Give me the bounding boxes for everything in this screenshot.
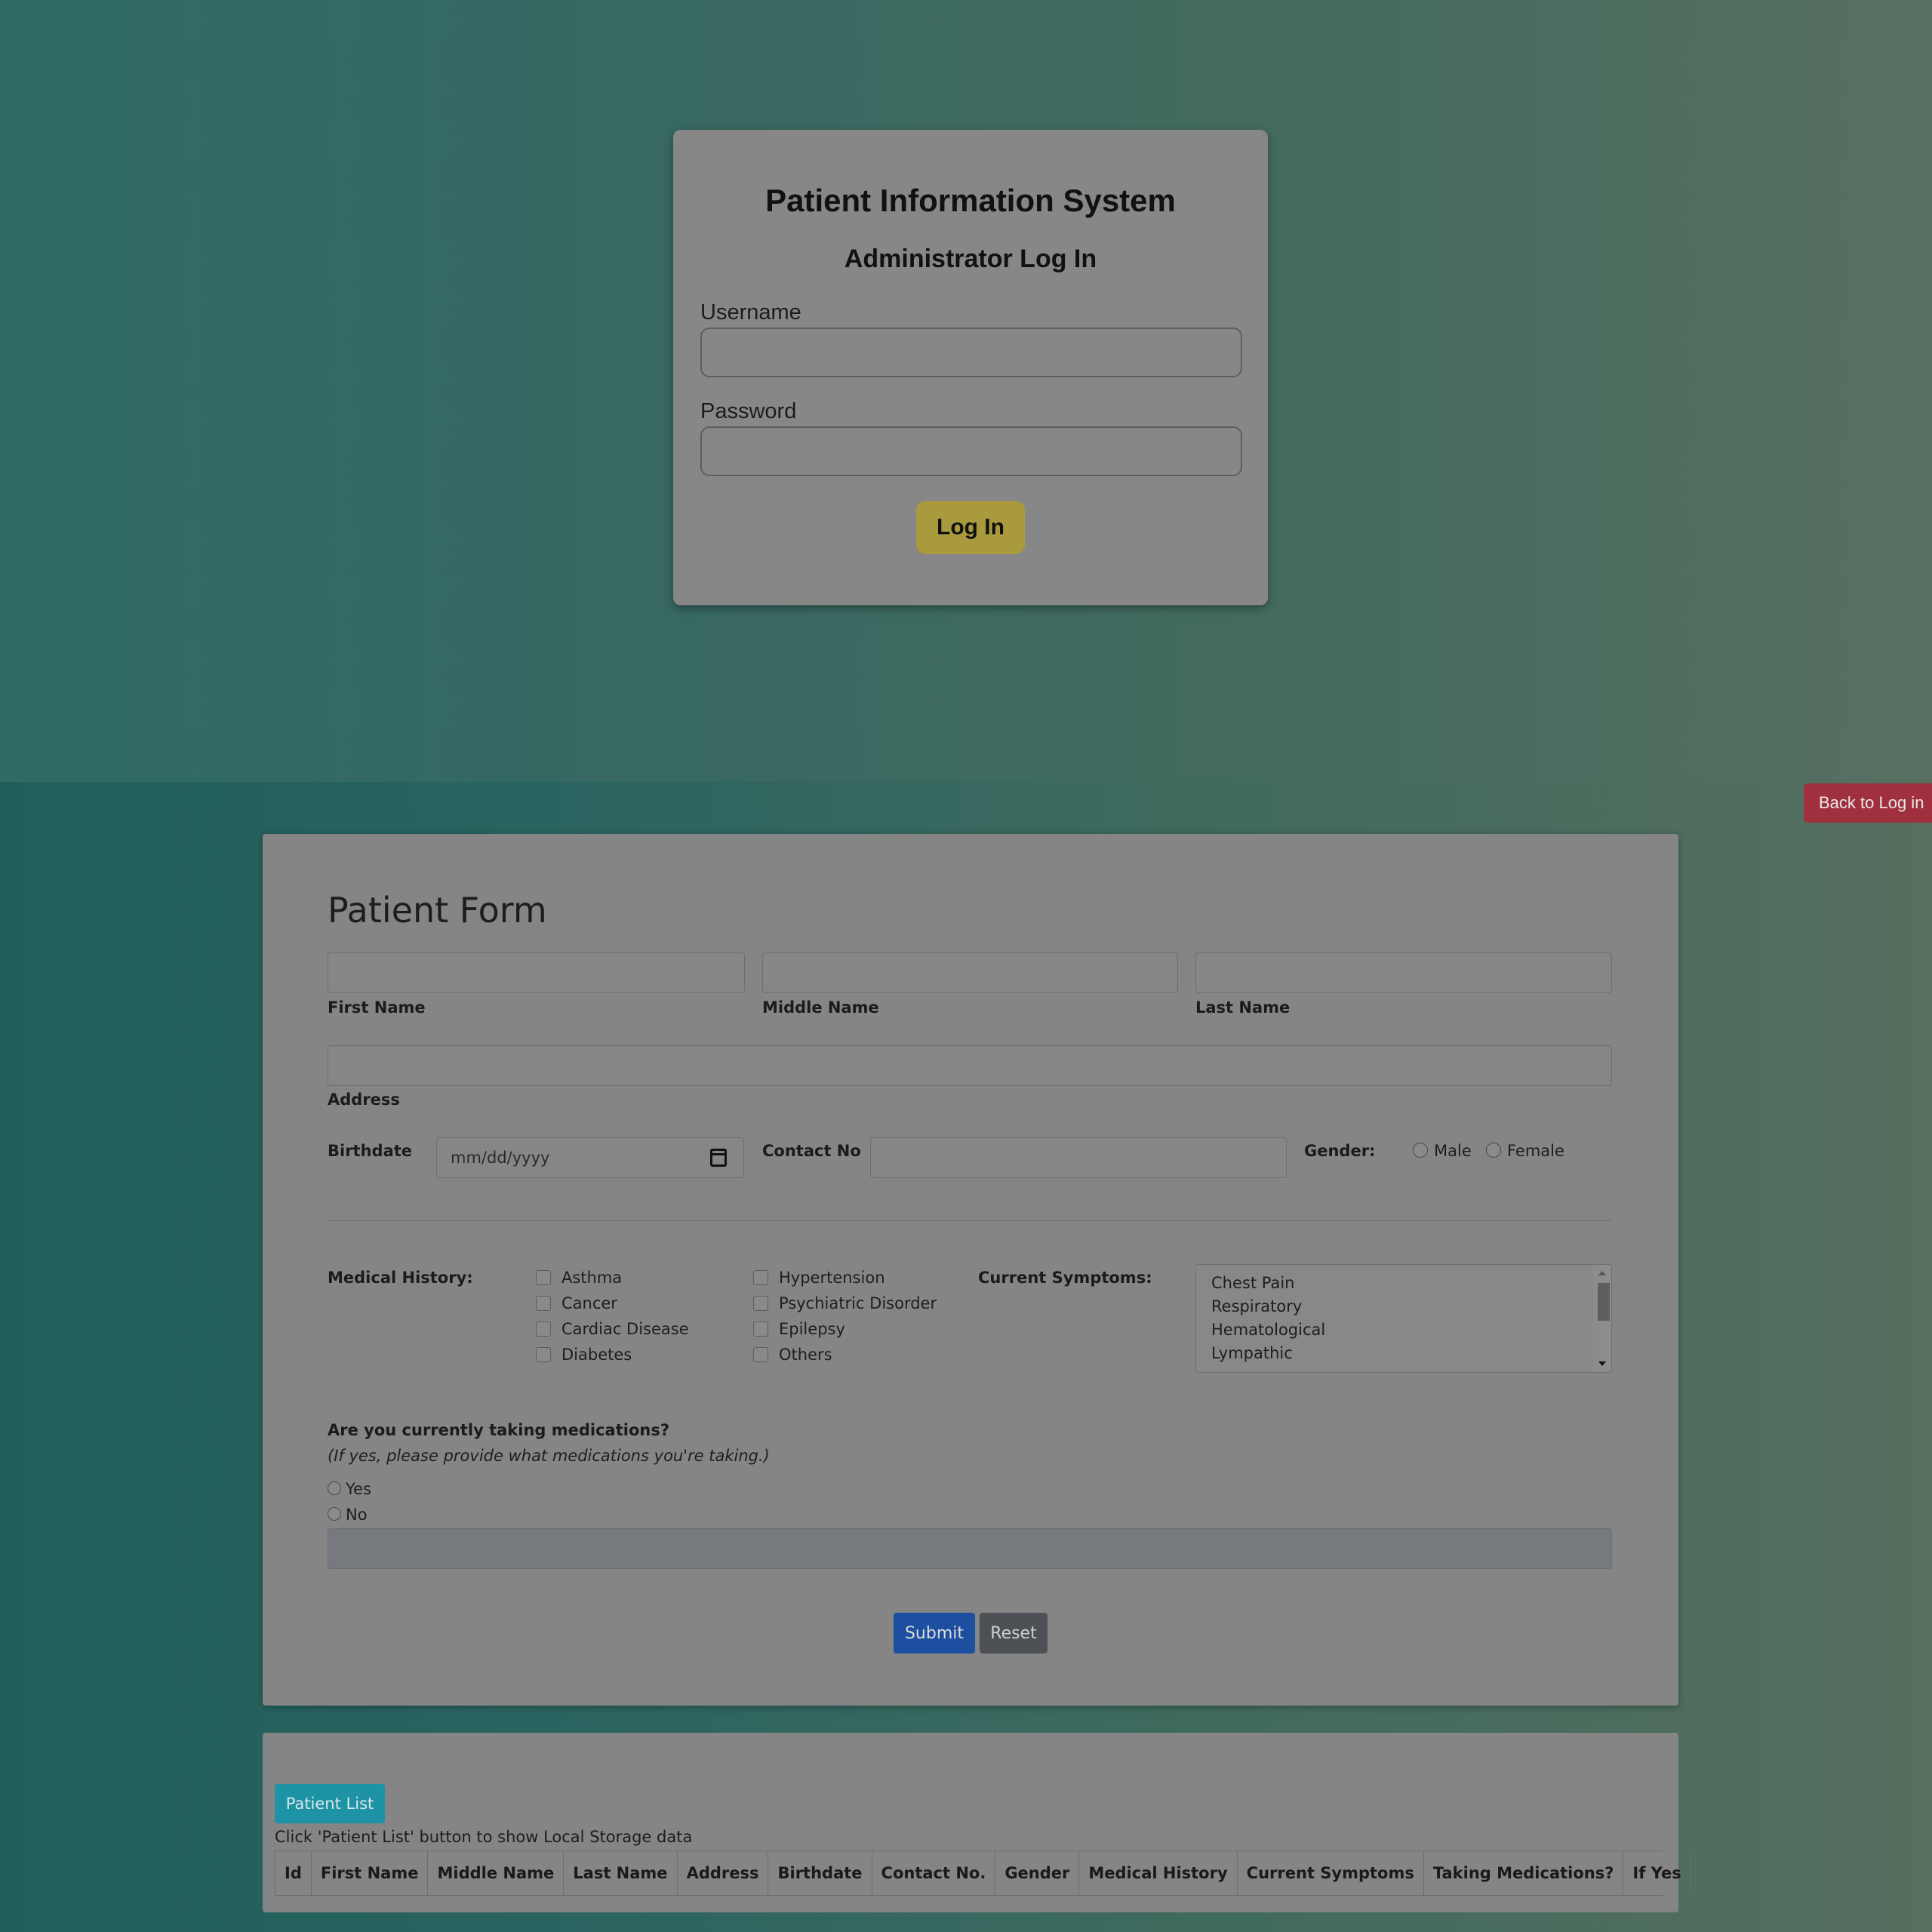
scroll-down-icon[interactable] <box>1598 1361 1606 1366</box>
others-checkbox[interactable] <box>753 1347 768 1362</box>
submit-button[interactable]: Submit <box>894 1613 975 1654</box>
last-name-input[interactable] <box>1195 952 1612 993</box>
medications-input[interactable] <box>328 1528 1612 1569</box>
table-header-cell: Gender <box>995 1851 1078 1895</box>
symptoms-listbox[interactable]: Chest Pain Respiratory Hematological Lym… <box>1195 1264 1612 1373</box>
gender-male-label: Male <box>1434 1142 1472 1160</box>
epilepsy-checkbox[interactable] <box>753 1321 768 1337</box>
medications-no-label: No <box>346 1506 368 1524</box>
cancer-label: Cancer <box>561 1294 617 1312</box>
table-header-cell: If Yes <box>1623 1851 1691 1895</box>
diabetes-checkbox[interactable] <box>536 1347 551 1362</box>
patient-form-card: Patient Form First Name Middle Name Last… <box>263 834 1678 1706</box>
birthdate-label: Birthdate <box>328 1142 413 1160</box>
contact-label: Contact No <box>762 1142 861 1160</box>
symptom-option[interactable]: Hematological <box>1211 1321 1325 1339</box>
scroll-thumb[interactable] <box>1598 1283 1610 1321</box>
contact-input[interactable] <box>870 1137 1287 1178</box>
cancer-checkbox[interactable] <box>536 1296 551 1311</box>
reset-button[interactable]: Reset <box>980 1613 1048 1654</box>
listbox-scrollbar[interactable] <box>1593 1265 1611 1372</box>
password-label: Password <box>700 399 797 423</box>
table-header-cell: Medical History <box>1078 1851 1236 1895</box>
back-to-login-button[interactable]: Back to Log in <box>1804 783 1932 823</box>
psychiatric-disorder-checkbox[interactable] <box>753 1296 768 1311</box>
asthma-checkbox[interactable] <box>536 1270 551 1285</box>
table-header-cell: Taking Medications? <box>1423 1851 1623 1895</box>
symptom-option[interactable]: Respiratory <box>1211 1297 1302 1315</box>
cardiac-disease-label: Cardiac Disease <box>561 1320 689 1338</box>
cardiac-disease-checkbox[interactable] <box>536 1321 551 1337</box>
login-button[interactable]: Log In <box>916 501 1025 554</box>
middle-name-label: Middle Name <box>762 998 879 1017</box>
username-label: Username <box>700 300 801 325</box>
table-header-cell: Last Name <box>563 1851 676 1895</box>
others-label: Others <box>779 1346 832 1364</box>
app-title: Patient Information System <box>765 183 1176 218</box>
hypertension-checkbox[interactable] <box>753 1270 768 1285</box>
gender-label: Gender: <box>1304 1142 1376 1160</box>
birthdate-input[interactable]: mm/dd/yyyy <box>436 1137 744 1178</box>
address-input[interactable] <box>328 1045 1612 1086</box>
medications-question: Are you currently taking medications? <box>328 1421 670 1439</box>
patient-list-card: Patient List Click 'Patient List' button… <box>263 1733 1691 1912</box>
last-name-label: Last Name <box>1195 998 1291 1017</box>
medications-hint: (If yes, please provide what medications… <box>328 1447 770 1465</box>
table-header-cell: Id <box>275 1851 311 1895</box>
section-divider <box>328 1220 1612 1221</box>
gender-male-radio[interactable] <box>1413 1143 1428 1158</box>
asthma-label: Asthma <box>561 1269 623 1287</box>
login-card: Patient Information System Administrator… <box>673 130 1268 605</box>
gender-female-radio[interactable] <box>1486 1143 1501 1158</box>
gender-female-label: Female <box>1507 1142 1564 1160</box>
hypertension-label: Hypertension <box>779 1269 885 1287</box>
medical-history-label: Medical History: <box>328 1269 473 1287</box>
medications-yes-label: Yes <box>346 1480 371 1498</box>
table-header-cell: First Name <box>310 1851 428 1895</box>
patient-table-header: Id First Name Middle Name Last Name Addr… <box>275 1850 1691 1896</box>
middle-name-input[interactable] <box>762 952 1178 993</box>
table-header-cell: Address <box>676 1851 768 1895</box>
medications-no-radio[interactable] <box>328 1507 341 1521</box>
table-header-cell: Current Symptoms <box>1236 1851 1423 1895</box>
patient-list-button[interactable]: Patient List <box>275 1784 385 1823</box>
table-header-cell: Middle Name <box>427 1851 563 1895</box>
login-subtitle: Administrator Log In <box>844 245 1097 273</box>
medications-yes-radio[interactable] <box>328 1481 341 1495</box>
patient-list-hint: Click 'Patient List' button to show Loca… <box>275 1828 693 1846</box>
symptom-option[interactable]: Chest Pain <box>1211 1274 1294 1292</box>
username-input[interactable] <box>700 328 1242 377</box>
password-input[interactable] <box>700 426 1242 476</box>
table-header-cell: Birthdate <box>768 1851 871 1895</box>
address-label: Address <box>328 1091 400 1109</box>
diabetes-label: Diabetes <box>561 1346 632 1364</box>
form-title: Patient Form <box>328 890 547 931</box>
first-name-label: First Name <box>328 998 426 1017</box>
table-header-cell: Contact No. <box>871 1851 995 1895</box>
birthdate-placeholder: mm/dd/yyyy <box>451 1149 550 1167</box>
epilepsy-label: Epilepsy <box>779 1320 845 1338</box>
psychiatric-disorder-label: Psychiatric Disorder <box>779 1294 937 1312</box>
first-name-input[interactable] <box>328 952 745 993</box>
calendar-icon[interactable] <box>710 1149 727 1167</box>
symptom-option[interactable]: Lympathic <box>1211 1344 1293 1362</box>
current-symptoms-label: Current Symptoms: <box>978 1269 1152 1287</box>
scroll-up-icon[interactable] <box>1598 1271 1606 1275</box>
